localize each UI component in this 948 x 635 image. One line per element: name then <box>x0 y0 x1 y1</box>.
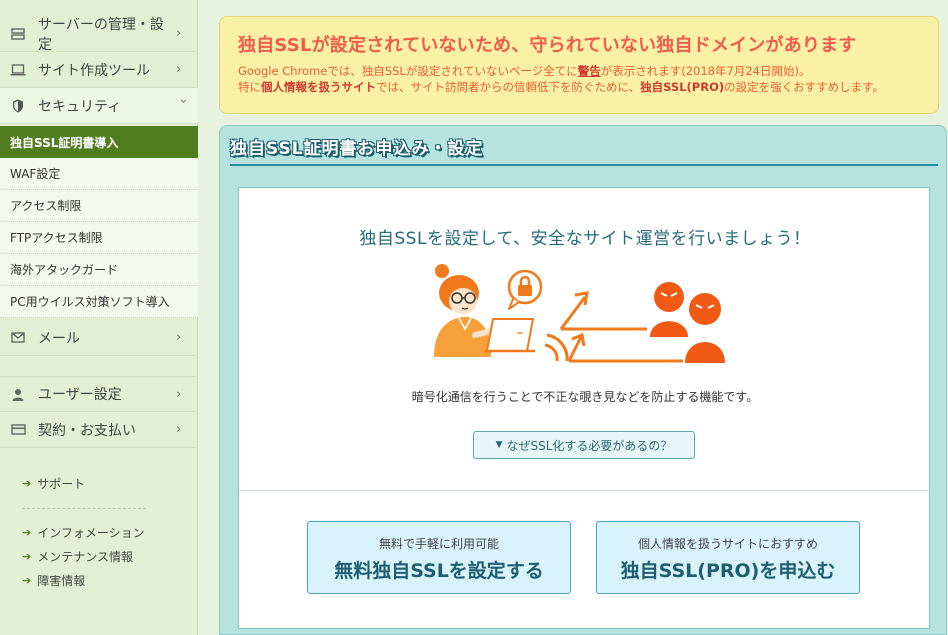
laptop-illustration <box>485 318 535 353</box>
content-divider <box>239 490 931 491</box>
warning-link[interactable]: 警告 <box>578 64 601 78</box>
shield-icon <box>10 99 26 113</box>
nav-security[interactable]: セキュリティ › <box>0 88 198 124</box>
arrow-right-icon: ➔ <box>22 477 32 490</box>
ssl-content-card: 独自SSLを設定して、安全なサイト運営を行いましょう！ 暗号化通信を行うことで不… <box>238 187 931 629</box>
alert-line-1: Google Chromeでは、独自SSLが設定されていないページ全てに警告が表… <box>238 63 810 79</box>
ssl-description: 暗号化通信を行うことで不正な覗き見などを防止する機能です。 <box>411 390 759 404</box>
link-label: サポート <box>37 477 86 491</box>
nav-mail[interactable]: メール › <box>0 320 198 356</box>
pro-ssl-caption: 個人情報を扱うサイトにおすすめ <box>637 537 818 551</box>
free-ssl-label: 無料独自SSLを設定する <box>334 560 544 582</box>
attacker-figures-illustration <box>650 282 725 363</box>
link-label: 障害情報 <box>37 574 86 588</box>
nav-server-management[interactable]: サーバーの管理・設定 › <box>0 16 198 53</box>
ssl-illustration <box>434 264 725 363</box>
chevron-right-icon: › <box>176 26 182 41</box>
ssl-panel: 独自SSL証明書お申込み・設定 独自SSLを設定して、安全なサイト運営を行いまし… <box>219 125 947 635</box>
alert-line-2: 特に個人情報を扱うサイトでは、サイト訪問者からの信頼低下を防ぐために、独自SSL… <box>238 79 884 95</box>
sidebar: サーバーの管理・設定 › サイト作成ツール › セキュリティ › 独自SSL証明… <box>0 0 198 635</box>
sub-ssl-cert[interactable]: 独自SSL証明書導入 <box>0 126 198 158</box>
alert-text: の設定を強くおすすめします。 <box>724 80 884 94</box>
laptop-icon <box>10 63 26 76</box>
link-failure-info[interactable]: ➔ 障害情報 <box>22 572 85 589</box>
alert-title: 独自SSLが設定されていないため、守られていない独自ドメインがあります <box>238 35 857 56</box>
mail-icon <box>10 332 26 343</box>
alert-emphasis: 独自SSL(PRO) <box>640 80 725 94</box>
link-support[interactable]: ➔ サポート <box>22 475 85 492</box>
link-label: インフォメーション <box>37 526 145 540</box>
link-information[interactable]: ➔ インフォメーション <box>22 524 145 541</box>
nav-label: ユーザー設定 <box>38 387 122 403</box>
alert-text: Google Chromeでは、独自SSLが設定されていないページ全てに <box>238 64 578 78</box>
sub-antivirus[interactable]: PC用ウイルス対策ソフト導入 <box>0 286 198 318</box>
chevron-right-icon: › <box>176 330 182 345</box>
chevron-right-icon: › <box>176 386 182 402</box>
nav-label: サーバーの管理・設定 <box>38 16 164 53</box>
caret-down-icon: ▼ <box>495 440 503 450</box>
chevron-right-icon: › <box>176 62 182 77</box>
pro-ssl-button[interactable]: 個人情報を扱うサイトにおすすめ 独自SSL(PRO)を申込む <box>596 521 860 594</box>
sub-waf[interactable]: WAF設定 <box>0 158 198 190</box>
nav-site-tools[interactable]: サイト作成ツール › <box>0 52 198 88</box>
user-icon <box>10 388 26 401</box>
panel-title: 独自SSL証明書お申込み・設定 <box>230 139 484 159</box>
nav-user-settings[interactable]: ユーザー設定 › <box>0 376 198 412</box>
nav-billing[interactable]: 契約・お支払い › <box>0 412 198 448</box>
nav-label: セキュリティ <box>38 98 122 115</box>
sidebar-divider <box>22 508 146 509</box>
alert-text: では、サイト訪問者からの信頼低下を防ぐために、 <box>376 80 641 94</box>
chevron-right-icon: › <box>176 422 182 437</box>
free-ssl-button[interactable]: 無料で手軽に利用可能 無料独自SSLを設定する <box>307 521 571 594</box>
sub-access-restriction[interactable]: アクセス制限 <box>0 190 198 222</box>
free-ssl-caption: 無料で手軽に利用可能 <box>378 537 499 551</box>
link-label: メンテナンス情報 <box>37 550 133 564</box>
nav-label: メール <box>38 330 80 347</box>
nav-label: 契約・お支払い <box>38 422 136 439</box>
sub-ftp-restriction[interactable]: FTPアクセス制限 <box>0 222 198 254</box>
arrow-right-icon: ➔ <box>22 574 32 587</box>
link-maintenance[interactable]: ➔ メンテナンス情報 <box>22 548 133 565</box>
chevron-down-icon: › <box>175 98 191 104</box>
server-icon <box>10 27 26 40</box>
sub-overseas-attack-guard[interactable]: 海外アタックガード <box>0 254 198 286</box>
alert-text: が表示されます(2018年7月24日開始)。 <box>600 64 811 78</box>
ssl-warning-alert: 独自SSLが設定されていないため、守られていない独自ドメインがあります Goog… <box>219 16 939 114</box>
pro-ssl-label: 独自SSL(PRO)を申込む <box>620 560 836 582</box>
arrow-right-icon: ➔ <box>22 526 32 539</box>
arrow-right-icon: ➔ <box>22 550 32 563</box>
lock-icon <box>507 269 543 310</box>
why-ssl-toggle-button[interactable]: ▼ なぜSSL化する必要があるの？ <box>473 431 695 459</box>
panel-title-rule <box>230 164 938 166</box>
ssl-heading: 独自SSLを設定して、安全なサイト運営を行いましょう！ <box>359 229 811 249</box>
alert-text: 特に <box>238 80 261 94</box>
nav-label: サイト作成ツール <box>38 62 150 79</box>
alert-emphasis: 個人情報を扱うサイト <box>261 80 376 94</box>
credit-card-icon <box>10 424 26 435</box>
why-button-label: なぜSSL化する必要があるの？ <box>506 438 673 453</box>
